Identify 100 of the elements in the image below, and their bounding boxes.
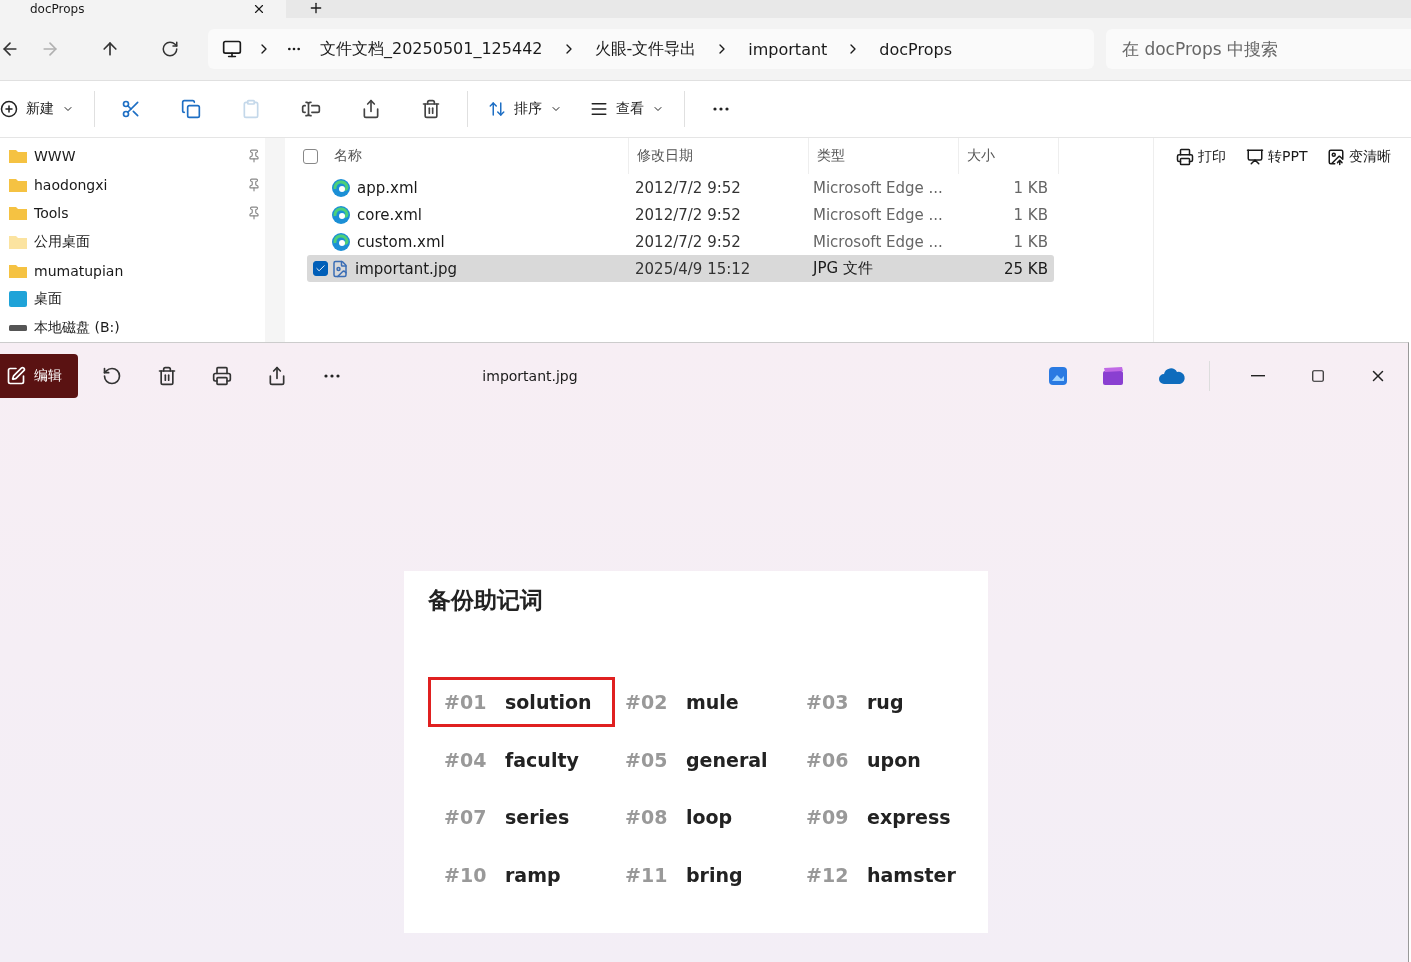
document-title: 备份助记词	[428, 586, 544, 615]
breadcrumb-item[interactable]: docProps	[875, 39, 956, 59]
file-name: app.xml	[357, 178, 418, 197]
breadcrumb-item[interactable]: important	[744, 39, 832, 59]
plus-icon	[0, 100, 18, 118]
tab-title: docProps	[30, 2, 85, 16]
file-name: core.xml	[357, 205, 422, 224]
desktop-icon	[8, 290, 28, 309]
file-row[interactable]: custom.xml 2012/7/2 9:52 Microsoft Edge ... 1 KB	[307, 228, 1054, 255]
column-header[interactable]: 修改日期	[629, 138, 809, 174]
check-icon	[315, 263, 326, 274]
image-file-icon	[331, 259, 349, 278]
action-button[interactable]: 打印	[1176, 148, 1226, 166]
sidebar-item[interactable]: 本地磁盘 (B:)	[0, 313, 265, 343]
folder-icon	[8, 148, 28, 165]
mnemonic-word: #02 mule	[624, 690, 740, 715]
window-title: important.jpg	[481, 368, 579, 384]
breadcrumb-item[interactable]: 文件文档_20250501_125442	[316, 38, 547, 60]
action-button[interactable]: 转PPT	[1246, 148, 1308, 166]
mnemonic-word: #03 rug	[805, 690, 905, 715]
select-all-checkbox[interactable]	[303, 148, 318, 164]
image-icon	[1327, 148, 1346, 166]
sort-icon	[488, 100, 506, 118]
table-cell-text: 1 KB	[1012, 178, 1049, 197]
more-icon	[713, 107, 729, 111]
folder-icon	[8, 205, 28, 222]
maximize-icon	[1311, 369, 1325, 383]
new-button[interactable]: 新建	[0, 100, 88, 118]
drive-icon	[8, 322, 28, 333]
mnemonic-word: #08 loop	[624, 805, 734, 831]
sidebar-item[interactable]: 公用桌面	[0, 227, 265, 257]
edit-button[interactable]: 编辑	[0, 354, 78, 398]
breadcrumb-item[interactable]: 火眼-文件导出	[590, 38, 701, 60]
printer-icon	[1176, 148, 1194, 166]
video-app-icon[interactable]	[1102, 366, 1124, 386]
scissors-icon	[121, 99, 141, 119]
rotate-icon	[101, 366, 122, 386]
minimize-icon	[1251, 375, 1265, 377]
image-app-icon[interactable]	[1048, 366, 1068, 386]
column-header[interactable]: 类型	[809, 138, 959, 174]
cloud-icon[interactable]	[1158, 367, 1186, 385]
more-icon	[323, 374, 340, 378]
sidebar-item[interactable]: WWW	[0, 142, 265, 171]
folder-icon	[8, 234, 28, 250]
delete-icon	[421, 99, 441, 119]
sidebar-item[interactable]: Tools	[0, 199, 265, 228]
file-name: custom.xml	[357, 232, 445, 251]
table-cell-text: 2025/4/9 15:12	[634, 259, 752, 278]
table-cell-text: Microsoft Edge ...	[812, 178, 944, 197]
sidebar-item[interactable]: haodongxi	[0, 170, 265, 200]
row-checkbox[interactable]	[313, 261, 328, 276]
lines-icon	[590, 100, 608, 118]
edge-icon	[331, 231, 351, 252]
column-header[interactable]: 大小	[959, 138, 1059, 174]
column-header[interactable]: 名称	[326, 138, 629, 174]
refresh-icon	[161, 40, 179, 58]
sidebar-item[interactable]: 桌面	[0, 284, 265, 314]
file-row[interactable]: app.xml 2012/7/2 9:52 Microsoft Edge ... 1 KB	[307, 174, 1054, 201]
table-cell-text: 2012/7/2 9:52	[634, 205, 742, 224]
folder-icon	[8, 262, 28, 279]
mnemonic-word: #04 faculty	[443, 747, 580, 773]
mnemonic-word: #11 bring	[624, 862, 744, 888]
edge-icon	[331, 204, 351, 225]
rename-icon	[301, 99, 321, 119]
file-row[interactable]: core.xml 2012/7/2 9:52 Microsoft Edge ... 1 KB	[307, 201, 1054, 228]
mnemonic-word: #10 ramp	[443, 862, 562, 888]
action-button[interactable]: 变清晰	[1327, 148, 1392, 166]
file-name: important.jpg	[355, 259, 458, 278]
file-row[interactable]: important.jpg 2025/4/9 15:12 JPG 文件 25 KB	[307, 255, 1054, 282]
close-icon[interactable]	[252, 2, 266, 16]
delete-icon	[156, 366, 177, 386]
sidebar-item[interactable]: mumatupian	[0, 256, 265, 285]
table-cell-text: Microsoft Edge ...	[812, 232, 944, 251]
paste-icon	[241, 99, 261, 119]
table-cell-text: 25 KB	[1003, 259, 1049, 278]
share-icon	[361, 99, 381, 119]
printer-icon	[211, 366, 232, 386]
computer-icon	[222, 39, 242, 59]
mnemonic-word: #01 solution	[428, 677, 615, 727]
sort-button[interactable]: 排序	[474, 100, 576, 118]
table-cell-text: JPG 文件	[811, 259, 874, 278]
table-cell-text: 2012/7/2 9:52	[634, 178, 742, 197]
edit-icon	[6, 366, 26, 386]
slides-icon	[1246, 148, 1264, 166]
folder-icon	[8, 176, 28, 193]
search-field[interactable]: 在 docProps 中搜索	[1106, 29, 1411, 69]
table-cell-text: 1 KB	[1012, 232, 1049, 251]
mnemonic-word: #07 series	[443, 805, 571, 831]
view-button[interactable]: 查看	[576, 100, 678, 118]
new-tab-icon[interactable]	[308, 0, 324, 16]
mnemonic-word: #09 express	[805, 805, 952, 831]
copy-icon	[181, 99, 201, 119]
edge-icon	[331, 177, 351, 198]
address-bar[interactable]: 文件文档_20250501_125442 火眼-文件导出 important docProps	[208, 29, 1094, 69]
explorer-tab[interactable]: docProps	[0, 0, 286, 18]
table-cell-text: 2012/7/2 9:52	[634, 232, 742, 251]
mnemonic-word: #05 general	[624, 747, 769, 773]
table-cell-text: 1 KB	[1012, 205, 1049, 224]
table-cell-text: Microsoft Edge ...	[812, 205, 944, 224]
mnemonic-word: #06 upon	[805, 747, 922, 773]
